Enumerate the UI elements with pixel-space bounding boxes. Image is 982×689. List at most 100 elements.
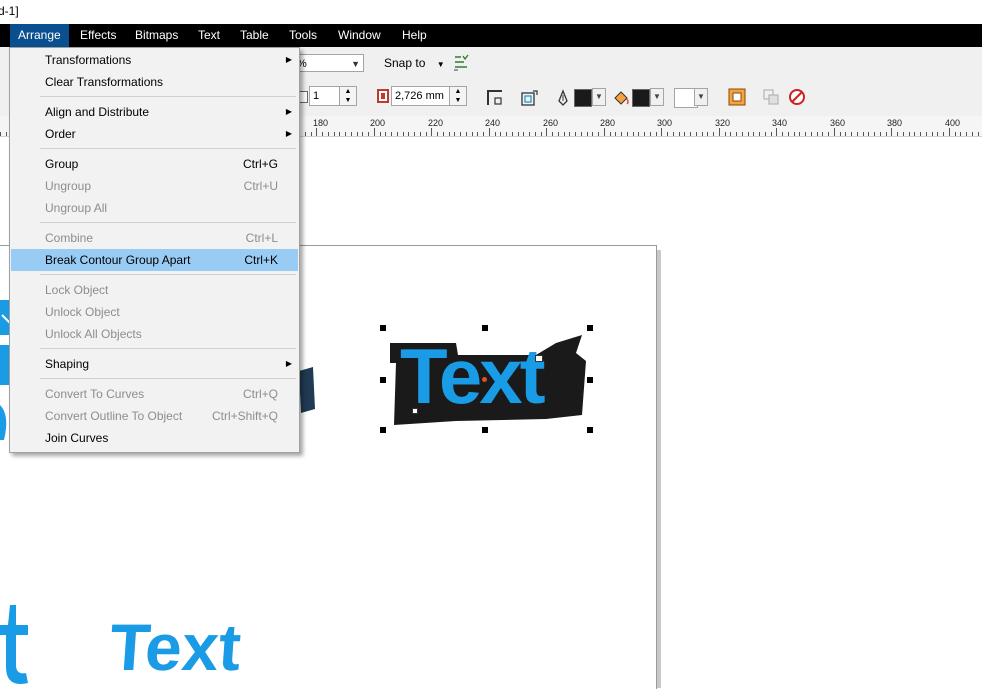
ruler-tick bbox=[621, 132, 622, 136]
ruler-tick bbox=[6, 132, 7, 136]
ruler-tick bbox=[725, 132, 726, 136]
selection-handle-n[interactable] bbox=[482, 325, 488, 331]
ruler-tick bbox=[742, 132, 743, 136]
corner-shape-icon[interactable] bbox=[486, 89, 504, 107]
ruler-tick bbox=[863, 132, 864, 136]
ruler-tick bbox=[437, 132, 438, 136]
ruler-tick bbox=[483, 132, 484, 136]
ruler-tick bbox=[811, 132, 812, 136]
window-title: d-1] bbox=[0, 4, 19, 18]
ruler-tick bbox=[546, 128, 547, 136]
clear-contour-icon[interactable] bbox=[788, 88, 806, 106]
menu-arrange[interactable]: Arrange bbox=[10, 24, 69, 47]
ruler-tick bbox=[702, 132, 703, 136]
ruler-tick bbox=[874, 132, 875, 136]
menu-item-ungroup-all: Ungroup All bbox=[45, 201, 108, 215]
outline-color-swatch[interactable] bbox=[574, 89, 592, 107]
ruler-tick bbox=[420, 132, 421, 136]
menu-item-align-and-distribute[interactable]: Align and Distribute ▶ bbox=[11, 101, 298, 123]
fill-color-swatch[interactable] bbox=[632, 89, 650, 107]
selection-handle-nw[interactable] bbox=[380, 325, 386, 331]
ruler-tick bbox=[587, 132, 588, 136]
object-acceleration-icon[interactable] bbox=[520, 89, 538, 107]
ruler-tick bbox=[334, 132, 335, 136]
outline-width-spinner[interactable]: 2,726 mm ▲ ▼ bbox=[391, 86, 467, 106]
zoom-combo[interactable]: % ▼ bbox=[292, 54, 364, 72]
fill-color-dropdown[interactable]: ▼ bbox=[650, 88, 664, 106]
menu-item-group[interactable]: Group Ctrl+G bbox=[11, 153, 298, 175]
menu-item-break-contour-group-apart[interactable]: Break Contour Group Apart Ctrl+K bbox=[11, 249, 298, 271]
selection-handle-ne[interactable] bbox=[587, 325, 593, 331]
partial-spiky-text[interactable] bbox=[0, 605, 40, 688]
ruler-tick bbox=[414, 132, 415, 136]
outline-color-dropdown[interactable]: ▼ bbox=[592, 88, 606, 106]
menu-table[interactable]: Table bbox=[232, 24, 277, 47]
ruler-tick bbox=[788, 132, 789, 136]
ruler-tick bbox=[909, 132, 910, 136]
menu-window[interactable]: Window bbox=[330, 24, 389, 47]
ruler-tick bbox=[880, 132, 881, 136]
ruler-tick bbox=[673, 132, 674, 136]
snap-options-icon[interactable] bbox=[452, 54, 470, 72]
outline-width-value: 2,726 mm bbox=[395, 90, 444, 102]
ruler-label: 360 bbox=[830, 118, 846, 128]
outline-width-icon bbox=[377, 89, 389, 103]
contour-offset-icon[interactable] bbox=[728, 88, 746, 106]
spinner-arrows-icon[interactable]: ▲ ▼ bbox=[449, 87, 466, 105]
menu-effects[interactable]: Effects bbox=[72, 24, 124, 47]
selection-handle-se[interactable] bbox=[587, 427, 593, 433]
ruler-tick bbox=[794, 132, 795, 136]
menu-bitmaps[interactable]: Bitmaps bbox=[127, 24, 186, 47]
menu-tools[interactable]: Tools bbox=[281, 24, 325, 47]
spinner-arrows-icon[interactable]: ▲ ▼ bbox=[339, 87, 356, 105]
ruler-tick bbox=[949, 128, 950, 136]
ruler-tick bbox=[719, 128, 720, 136]
menu-separator bbox=[40, 378, 296, 379]
ruler-tick bbox=[454, 132, 455, 136]
menu-item-shaping[interactable]: Shaping ▶ bbox=[11, 353, 298, 375]
ruler-tick bbox=[771, 132, 772, 136]
submenu-arrow-icon: ▶ bbox=[285, 107, 292, 116]
bottom-blue-text[interactable]: Text bbox=[107, 610, 303, 684]
menu-text[interactable]: Text bbox=[190, 24, 228, 47]
selection-handle-e[interactable] bbox=[587, 377, 593, 383]
ruler-label: 280 bbox=[600, 118, 616, 128]
selection-handle-w[interactable] bbox=[380, 377, 386, 383]
contour-fill-dropdown[interactable]: ▼ bbox=[694, 88, 708, 106]
ruler-tick bbox=[426, 132, 427, 136]
menu-separator bbox=[40, 348, 296, 349]
contour-text-fill[interactable]: Text bbox=[400, 330, 580, 422]
ruler-tick bbox=[322, 132, 323, 136]
ruler-tick bbox=[748, 132, 749, 136]
ruler-tick bbox=[592, 132, 593, 136]
menu-item-join-curves[interactable]: Join Curves bbox=[11, 427, 298, 449]
menu-help[interactable]: Help bbox=[394, 24, 435, 47]
menu-item-clear-transformations[interactable]: Clear Transformations bbox=[11, 71, 298, 93]
selection-handle-sw[interactable] bbox=[380, 427, 386, 433]
ruler-tick bbox=[886, 132, 887, 136]
ruler-tick bbox=[782, 132, 783, 136]
contour-node-icon[interactable] bbox=[535, 355, 543, 362]
ruler-label: 200 bbox=[370, 118, 386, 128]
ruler-tick bbox=[316, 128, 317, 136]
ruler-tick bbox=[960, 132, 961, 136]
ruler-tick bbox=[466, 132, 467, 136]
snap-to-button[interactable]: Snap to ▼ bbox=[384, 56, 445, 70]
contour-node-icon[interactable] bbox=[412, 408, 418, 414]
ruler-tick bbox=[736, 132, 737, 136]
ruler-tick bbox=[817, 132, 818, 136]
menu-item-transformations[interactable]: Transformations ▶ bbox=[11, 49, 298, 71]
count-spinner[interactable]: 1 ▲ ▼ bbox=[309, 86, 357, 106]
ruler-tick bbox=[460, 132, 461, 136]
fill-bucket-icon[interactable] bbox=[612, 89, 630, 107]
outline-pen-icon[interactable] bbox=[554, 89, 572, 107]
ruler-tick bbox=[604, 128, 605, 136]
menu-item-lock-object: Lock Object bbox=[45, 283, 109, 297]
ruler-tick bbox=[575, 132, 576, 136]
menu-item-order[interactable]: Order ▶ bbox=[11, 123, 298, 145]
ruler-tick bbox=[443, 132, 444, 136]
ruler-tick bbox=[362, 132, 363, 136]
ruler-tick bbox=[408, 132, 409, 136]
selection-handle-s[interactable] bbox=[482, 427, 488, 433]
ruler-tick bbox=[506, 132, 507, 136]
